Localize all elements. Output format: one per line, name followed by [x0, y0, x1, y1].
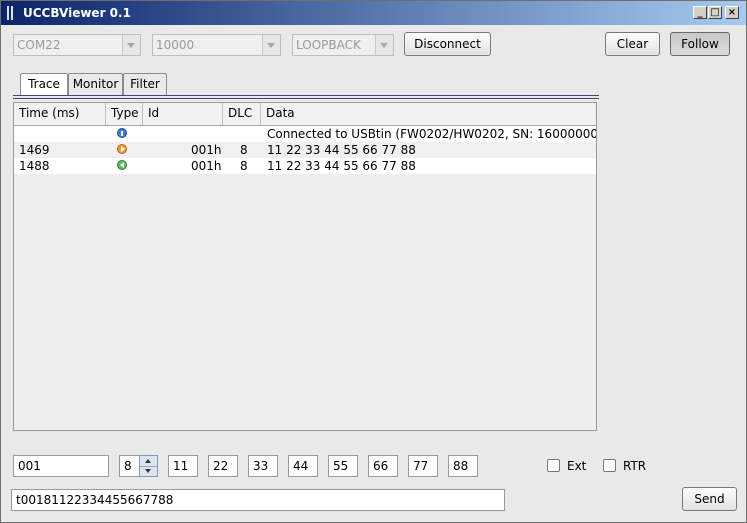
table-header: Time (ms) Type Id DLC Data: [14, 103, 596, 126]
data-byte-7-input[interactable]: 77: [408, 455, 438, 477]
port-select[interactable]: COM22: [13, 34, 141, 56]
ext-label: Ext: [567, 459, 587, 473]
id-cell: 001h: [191, 159, 222, 173]
transmit-icon: [117, 144, 127, 154]
id-cell: 001h: [191, 143, 222, 157]
data-byte-8-input[interactable]: 88: [448, 455, 478, 477]
data-byte-5-input[interactable]: 55: [328, 455, 358, 477]
trace-table[interactable]: Time (ms) Type Id DLC Data Connected to …: [13, 102, 597, 431]
app-icon: [7, 6, 13, 20]
data-byte-6-input[interactable]: 66: [368, 455, 398, 477]
rtr-label: RTR: [623, 459, 647, 473]
table-row[interactable]: 1469 001h 8 11 22 33 44 55 66 77 88: [14, 142, 596, 158]
baudrate-value: 10000: [156, 38, 195, 52]
column-header-type[interactable]: Type: [106, 103, 143, 125]
column-header-dlc[interactable]: DLC: [223, 103, 261, 125]
tab-divider: [13, 98, 599, 99]
chevron-down-icon: [122, 35, 140, 55]
time-cell: 1488: [19, 159, 50, 173]
table-row[interactable]: Connected to USBtin (FW0202/HW0202, SN: …: [14, 126, 596, 142]
info-icon: [117, 128, 127, 138]
dlc-spinner[interactable]: [139, 455, 158, 477]
tab-filter[interactable]: Filter: [123, 73, 167, 95]
data-byte-2-input[interactable]: 22: [208, 455, 238, 477]
message-id-input[interactable]: 001: [13, 455, 109, 477]
chevron-down-icon: [262, 35, 280, 55]
mode-value: LOOPBACK: [296, 38, 361, 52]
data-cell: Connected to USBtin (FW0202/HW0202, SN: …: [267, 127, 597, 141]
spinner-down-icon[interactable]: [140, 466, 157, 476]
ext-checkbox[interactable]: [547, 459, 560, 472]
time-cell: 1469: [19, 143, 50, 157]
data-byte-4-input[interactable]: 44: [288, 455, 318, 477]
baudrate-select[interactable]: 10000: [152, 34, 281, 56]
data-byte-1-input[interactable]: 11: [168, 455, 198, 477]
column-header-id[interactable]: Id: [143, 103, 223, 125]
send-button[interactable]: Send: [682, 487, 737, 511]
port-value: COM22: [17, 38, 61, 52]
column-header-time[interactable]: Time (ms): [14, 103, 106, 125]
data-cell: 11 22 33 44 55 66 77 88: [267, 159, 416, 173]
title-bar[interactable]: UCCBViewer 0.1 _ □ ×: [1, 1, 746, 25]
data-byte-3-input[interactable]: 33: [248, 455, 278, 477]
minimize-button[interactable]: _: [693, 6, 707, 19]
disconnect-button[interactable]: Disconnect: [404, 32, 491, 56]
column-header-data[interactable]: Data: [261, 103, 596, 125]
window-title: UCCBViewer 0.1: [23, 6, 131, 20]
tab-monitor[interactable]: Monitor: [68, 73, 123, 95]
data-cell: 11 22 33 44 55 66 77 88: [267, 143, 416, 157]
main-window: UCCBViewer 0.1 _ □ × COM22 10000 LOOPBAC…: [0, 0, 747, 523]
tab-trace[interactable]: Trace: [20, 73, 68, 95]
dlc-cell: 8: [240, 143, 248, 157]
dlc-cell: 8: [240, 159, 248, 173]
raw-message-input[interactable]: t00181122334455667788: [11, 489, 505, 511]
receive-icon: [117, 160, 127, 170]
dlc-input[interactable]: 8: [119, 455, 140, 477]
chevron-down-icon: [375, 35, 393, 55]
close-button[interactable]: ×: [725, 6, 739, 19]
follow-toggle[interactable]: Follow: [670, 32, 730, 56]
table-row[interactable]: 1488 001h 8 11 22 33 44 55 66 77 88: [14, 158, 596, 174]
tab-divider: [13, 95, 599, 96]
clear-button[interactable]: Clear: [605, 32, 660, 56]
rtr-checkbox[interactable]: [603, 459, 616, 472]
maximize-button[interactable]: □: [708, 6, 722, 19]
mode-select[interactable]: LOOPBACK: [292, 34, 394, 56]
